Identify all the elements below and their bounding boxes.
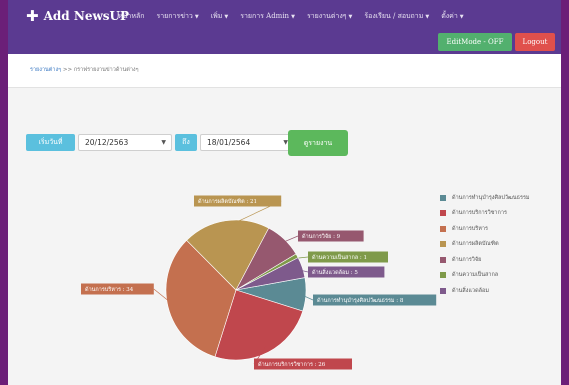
legend-label: ด้านความเป็นสากล (452, 272, 499, 279)
pie-data-label: ด้านการบริหาร : 34 (85, 286, 134, 293)
legend-swatch (440, 287, 446, 294)
pie-data-label: ด้านการวิจัย : 9 (302, 233, 341, 240)
legend-swatch (440, 194, 446, 201)
legend-item[interactable]: ด้านการวิจัย (440, 252, 530, 268)
legend-swatch (440, 272, 446, 279)
legend-item[interactable]: ด้านการบริหาร (440, 221, 530, 237)
pie-data-label: ด้านการบริการวิชาการ : 26 (258, 361, 326, 368)
pie-data-label: ด้านความเป็นสากล : 1 (312, 253, 367, 261)
pie-data-label: ด้านการทำนุบำรุงศิลปวัฒนธรรม : 8 (317, 297, 404, 304)
chart-legend: ด้านการทำนุบำรุงศิลปวัฒนธรรมด้านการบริกา… (440, 190, 530, 299)
app-window: ✚ Add NewsUP หน้าหลัก รายการข่าว ▼ เพิ่ม ▼… (8, 0, 561, 385)
legend-swatch (440, 256, 446, 263)
legend-swatch (440, 225, 446, 232)
legend-swatch (440, 241, 446, 248)
legend-label: ด้านการบริหาร (452, 225, 488, 232)
legend-item[interactable]: ด้านการบริการวิชาการ (440, 206, 530, 222)
legend-item[interactable]: ด้านสิ่งแวดล้อม (440, 283, 530, 299)
legend-swatch (440, 210, 446, 217)
legend-label: ด้านการวิจัย (452, 256, 482, 263)
pie-data-label: ด้านการผลิตบัณฑิต : 21 (198, 198, 257, 205)
pie-data-label: ด้านสิ่งแวดล้อม : 5 (312, 268, 358, 276)
legend-item[interactable]: ด้านการทำนุบำรุงศิลปวัฒนธรรม (440, 190, 530, 206)
legend-label: ด้านการผลิตบัณฑิต (452, 241, 499, 248)
legend-label: ด้านการบริการวิชาการ (452, 210, 507, 217)
legend-label: ด้านสิ่งแวดล้อม (452, 287, 489, 294)
legend-item[interactable]: ด้านการผลิตบัณฑิต (440, 237, 530, 253)
legend-item[interactable]: ด้านความเป็นสากล (440, 268, 530, 284)
legend-label: ด้านการทำนุบำรุงศิลปวัฒนธรรม (452, 194, 530, 201)
